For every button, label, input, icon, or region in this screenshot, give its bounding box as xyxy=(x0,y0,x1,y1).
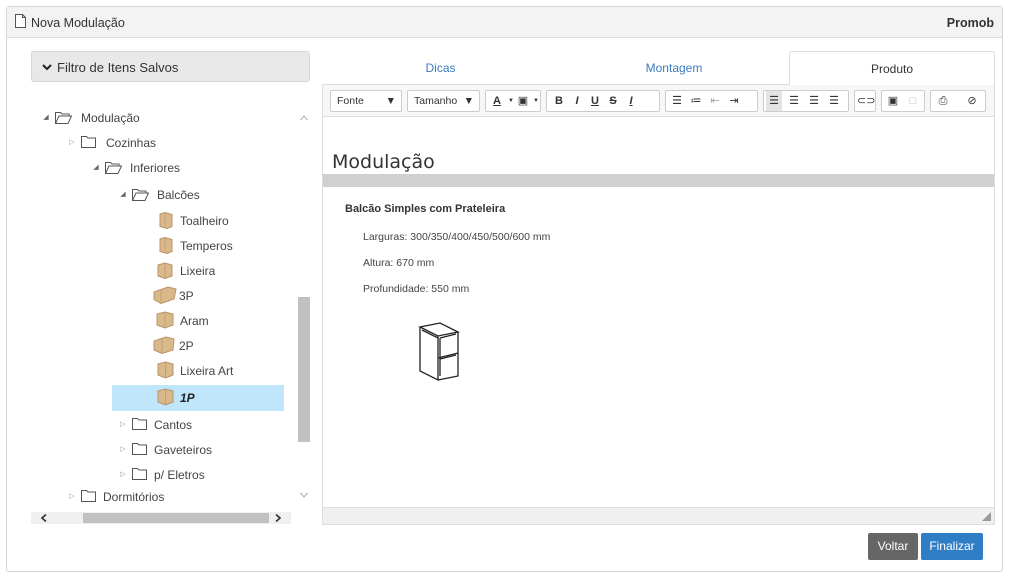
brand-label: Promob xyxy=(946,16,994,30)
font-combo[interactable]: Fonte ▼ xyxy=(330,90,402,112)
tree-horizontal-scroll-thumb[interactable] xyxy=(83,513,269,523)
align-group: ☰ ☰ ☰ ☰ xyxy=(763,90,849,112)
folder-icon xyxy=(132,468,147,480)
cabinet-thumbnail-icon xyxy=(159,237,173,254)
title-bar: Nova Modulação Promob xyxy=(7,7,1002,38)
product-widths: Larguras: 300/350/400/450/500/600 mm xyxy=(363,231,551,243)
expanded-arrow-icon[interactable]: ◢ xyxy=(41,107,51,129)
editor-status-bar xyxy=(323,507,994,524)
chevron-down-icon xyxy=(42,64,52,71)
link-icon[interactable]: ⊂⊃ xyxy=(857,91,875,111)
folder-icon xyxy=(81,136,96,148)
tree-horizontal-scrollbar[interactable] xyxy=(31,512,291,524)
rich-text-editor[interactable]: Fonte ▼ Tamanho ▼ A ▼ ▣ ▼ B I U S I ☰ ≔ … xyxy=(322,85,995,525)
scroll-down-icon[interactable] xyxy=(300,492,308,498)
cabinet-drawing-image xyxy=(418,322,460,382)
finish-button[interactable]: Finalizar xyxy=(921,533,983,560)
cabinet-thumbnail-icon xyxy=(153,336,175,354)
italic-icon[interactable]: I xyxy=(569,91,585,111)
cabinet-thumbnail-icon xyxy=(157,388,174,406)
main-window: Nova Modulação Promob Filtro de Itens Sa… xyxy=(6,6,1003,572)
folder-open-icon xyxy=(55,112,72,124)
cabinet-thumbnail-icon xyxy=(157,361,174,379)
tree-vertical-scrollbar[interactable] xyxy=(298,105,310,505)
frame-icon[interactable]: □ xyxy=(905,91,921,111)
scroll-right-icon[interactable] xyxy=(275,514,281,522)
list-group: ☰ ≔ ⇤ ⇥ xyxy=(665,90,758,112)
collapsed-arrow-icon[interactable]: ▷ xyxy=(67,486,77,505)
align-justify-icon[interactable]: ☰ xyxy=(826,91,842,111)
image-icon[interactable]: ▣ xyxy=(885,91,901,111)
file-group: ⎙ ⊘ xyxy=(930,90,986,112)
link-group: ⊂⊃ xyxy=(854,90,876,112)
combo-arrow-icon: ▼ xyxy=(385,95,396,107)
tab-montagem[interactable]: Montagem xyxy=(559,51,789,85)
filter-label: Filtro de Itens Salvos xyxy=(57,60,179,75)
scroll-up-icon[interactable] xyxy=(300,115,308,121)
outdent-icon[interactable]: ⇤ xyxy=(707,91,723,111)
color-group: A ▼ ▣ ▼ xyxy=(485,90,541,112)
remove-format-icon[interactable]: I xyxy=(623,91,639,111)
expanded-arrow-icon[interactable]: ◢ xyxy=(91,157,101,179)
indent-icon[interactable]: ⇥ xyxy=(726,91,742,111)
folder-open-icon xyxy=(132,189,149,201)
heading-divider xyxy=(323,174,994,187)
tree-selection-highlight xyxy=(112,385,284,411)
product-tree: ◢ Modulação ▷ Cozinhas ◢ Inferiores ◢ Ba… xyxy=(25,99,315,505)
folder-open-icon xyxy=(105,162,122,174)
bullet-list-icon[interactable]: ≔ xyxy=(688,91,704,111)
pdf-icon[interactable]: ⎙ xyxy=(935,91,951,111)
window-title: Nova Modulação xyxy=(31,16,125,30)
document-heading: Modulação xyxy=(332,151,435,173)
folder-icon xyxy=(81,490,96,502)
back-button[interactable]: Voltar xyxy=(868,533,918,560)
collapsed-arrow-icon[interactable]: ▷ xyxy=(67,132,77,154)
cabinet-thumbnail-icon xyxy=(153,286,177,304)
folder-icon xyxy=(132,443,147,455)
scroll-left-icon[interactable] xyxy=(41,514,47,522)
combo-arrow-icon: ▼ xyxy=(463,95,474,107)
background-color-arrow-icon[interactable]: ▼ xyxy=(528,91,544,111)
document-icon xyxy=(15,14,26,28)
underline-icon[interactable]: U xyxy=(587,91,603,111)
format-group: B I U S I xyxy=(546,90,660,112)
tree-vertical-scroll-thumb[interactable] xyxy=(298,297,310,442)
align-center-icon[interactable]: ☰ xyxy=(786,91,802,111)
media-group: ▣ □ xyxy=(881,90,925,112)
cabinet-thumbnail-icon xyxy=(156,311,174,329)
numbered-list-icon[interactable]: ☰ xyxy=(669,91,685,111)
resize-grip-icon[interactable] xyxy=(982,512,991,521)
strikethrough-icon[interactable]: S xyxy=(605,91,621,111)
expanded-arrow-icon[interactable]: ◢ xyxy=(118,184,128,206)
cabinet-thumbnail-icon xyxy=(157,262,173,279)
filter-saved-items-button[interactable]: Filtro de Itens Salvos xyxy=(31,51,310,82)
editor-tabs: Dicas Montagem Produto xyxy=(322,51,995,86)
attachment-icon[interactable]: ⊘ xyxy=(964,91,980,111)
cabinet-thumbnail-icon xyxy=(159,212,173,229)
size-combo[interactable]: Tamanho ▼ xyxy=(407,90,480,112)
bold-icon[interactable]: B xyxy=(551,91,567,111)
product-height: Altura: 670 mm xyxy=(363,257,435,269)
collapsed-arrow-icon[interactable]: ▷ xyxy=(118,414,128,436)
tab-produto[interactable]: Produto xyxy=(789,51,995,86)
align-right-icon[interactable]: ☰ xyxy=(806,91,822,111)
folder-icon xyxy=(132,418,147,430)
collapsed-arrow-icon[interactable]: ▷ xyxy=(118,464,128,486)
tab-dicas[interactable]: Dicas xyxy=(322,51,559,85)
editor-toolbar: Fonte ▼ Tamanho ▼ A ▼ ▣ ▼ B I U S I ☰ ≔ … xyxy=(323,85,994,117)
product-depth: Profundidade: 550 mm xyxy=(363,283,470,295)
collapsed-arrow-icon[interactable]: ▷ xyxy=(118,439,128,461)
product-title: Balcão Simples com Prateleira xyxy=(345,203,506,215)
align-left-icon[interactable]: ☰ xyxy=(766,91,782,111)
